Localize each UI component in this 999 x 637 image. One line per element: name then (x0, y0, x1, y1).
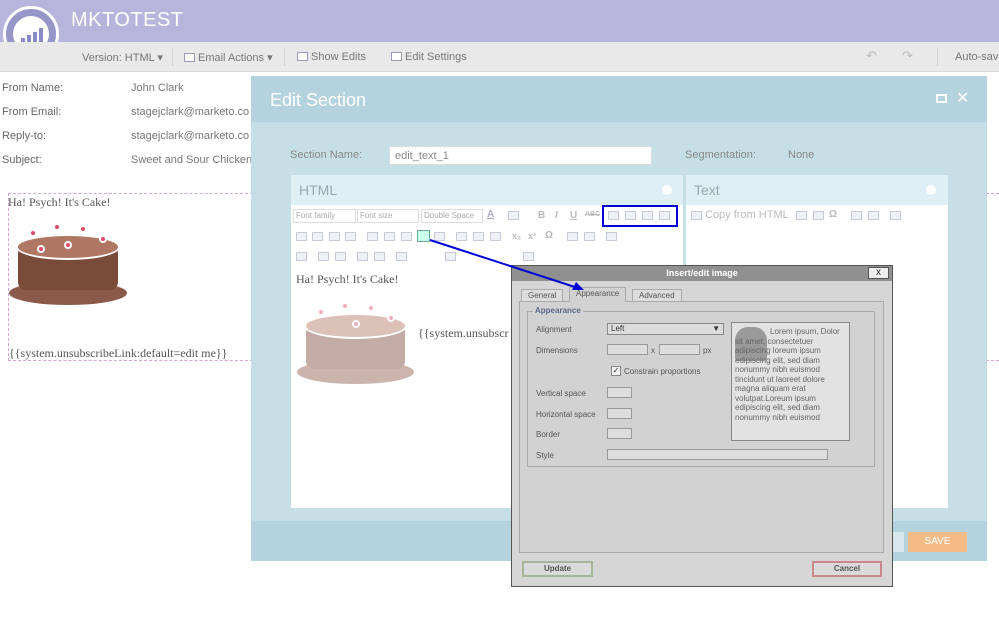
annotation-arrow (429, 239, 584, 290)
